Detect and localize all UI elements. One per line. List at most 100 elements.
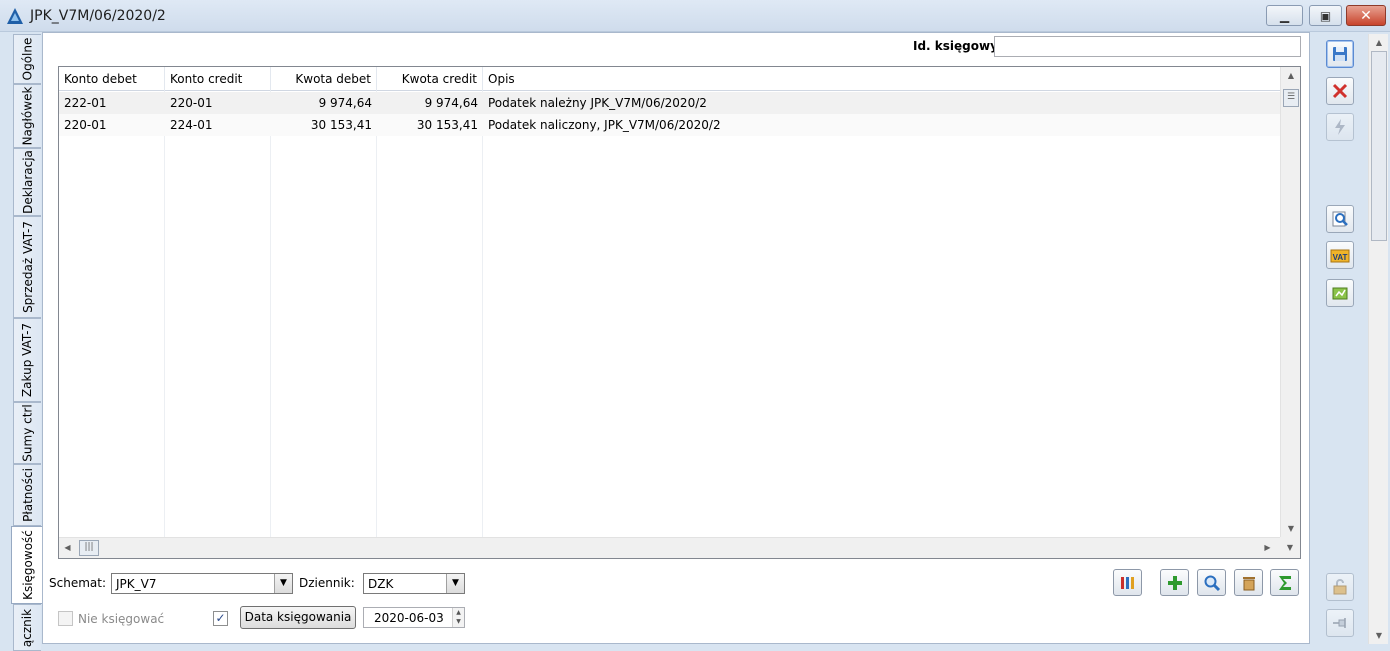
toolbar-scrollbar[interactable]: ▲ ▼ <box>1368 34 1388 644</box>
schemat-label: Schemat: <box>49 576 106 590</box>
cancel-button[interactable] <box>1326 77 1354 105</box>
columns-config-button[interactable] <box>1113 569 1142 596</box>
right-toolbar: VAT ▲ ▼ <box>1310 32 1390 651</box>
nie-ksiegowac-checkbox[interactable] <box>58 611 73 626</box>
tab-platnosci[interactable]: Płatności <box>13 464 41 526</box>
tab-zalacznik[interactable]: ącznik <box>13 604 41 651</box>
app-logo-icon <box>7 8 23 24</box>
save-icon <box>1333 47 1347 61</box>
column-divider <box>376 91 377 537</box>
svg-text:VAT: VAT <box>1333 253 1348 262</box>
cell-kwota-debet: 30 153,41 <box>310 118 372 132</box>
scroll-thumb[interactable] <box>1371 51 1387 241</box>
main-panel: Id. księgowy: Konto debet Konto credit K… <box>42 32 1310 644</box>
tab-label: Zakup VAT-7 <box>20 322 35 398</box>
tab-label: Sumy ctrl <box>20 404 35 462</box>
table-row[interactable]: 222-01 220-01 9 974,64 9 974,64 Podatek … <box>59 92 1280 114</box>
column-divider <box>270 91 271 537</box>
vat-button[interactable]: VAT <box>1326 241 1354 269</box>
cell-konto-debet: 222-01 <box>64 96 107 110</box>
scroll-down-icon[interactable]: ▼ <box>1281 520 1300 537</box>
column-divider <box>164 91 165 537</box>
add-entry-button[interactable] <box>1160 569 1189 596</box>
scroll-down-icon[interactable]: ▼ <box>1369 627 1389 644</box>
tab-deklaracja[interactable]: Deklaracja <box>13 148 41 216</box>
save-button[interactable] <box>1326 40 1354 68</box>
id-ksiegowy-input[interactable] <box>994 36 1301 57</box>
padlock-icon <box>1333 579 1347 595</box>
tab-naglowek[interactable]: Nagłówek <box>13 84 41 148</box>
generate-button[interactable] <box>1326 113 1354 141</box>
data-ksiegowania-button[interactable]: Data księgowania <box>240 606 356 629</box>
scroll-down-icon[interactable]: ▼ <box>1280 537 1300 558</box>
cell-opis: Podatek należny JPK_V7M/06/2020/2 <box>488 96 707 110</box>
table-row[interactable]: 220-01 224-01 30 153,41 30 153,41 Podate… <box>59 114 1280 136</box>
column-header-kwota-debet[interactable]: Kwota debet <box>271 67 377 91</box>
grid-horizontal-scrollbar[interactable]: ◀ ||| ▶ <box>59 537 1280 558</box>
preview-icon <box>1332 211 1348 227</box>
id-ksiegowy-label: Id. księgowy: <box>913 39 1003 53</box>
window-title: JPK_V7M/06/2020/2 <box>30 8 166 24</box>
grid-vertical-scrollbar[interactable]: ▲ ☰ ▼ <box>1280 67 1300 537</box>
chevron-down-icon[interactable]: ▼ <box>274 574 292 593</box>
lightning-icon <box>1335 119 1345 135</box>
dziennik-select[interactable]: DZK ▼ <box>363 573 465 594</box>
delete-entry-button[interactable] <box>1234 569 1263 596</box>
magnifier-icon <box>1204 575 1220 591</box>
scroll-thumb[interactable]: ||| <box>79 540 99 556</box>
cell-kwota-debet: 9 974,64 <box>318 96 372 110</box>
pin-button[interactable] <box>1326 609 1354 637</box>
cell-konto-debet: 220-01 <box>64 118 107 132</box>
data-ksiegowania-input[interactable]: 2020-06-03 ▲ ▼ <box>363 607 465 628</box>
scroll-up-icon[interactable]: ▲ <box>1369 34 1389 51</box>
cell-konto-credit: 220-01 <box>170 96 213 110</box>
sum-button[interactable] <box>1270 569 1299 596</box>
scroll-left-icon[interactable]: ◀ <box>59 538 76 558</box>
grid-header: Konto debet Konto credit Kwota debet Kwo… <box>59 67 1280 91</box>
pin-icon <box>1333 618 1346 628</box>
scroll-right-icon[interactable]: ▶ <box>1259 538 1276 558</box>
cell-opis: Podatek naliczony, JPK_V7M/06/2020/2 <box>488 118 721 132</box>
left-tab-strip: Ogólne Nagłówek Deklaracja Sprzedaż VAT-… <box>0 32 43 651</box>
date-spinner-icon[interactable]: ▲ ▼ <box>452 608 464 627</box>
tab-label: ącznik <box>20 608 35 647</box>
vat-icon: VAT <box>1330 249 1350 263</box>
column-divider <box>482 91 483 537</box>
tab-ogolne[interactable]: Ogólne <box>13 34 41 84</box>
scroll-thumb[interactable]: ☰ <box>1283 89 1299 107</box>
trash-icon <box>1242 576 1255 590</box>
close-icon <box>1332 83 1348 99</box>
export-icon <box>1332 287 1348 300</box>
maximize-icon: ▣ <box>1319 8 1332 23</box>
columns-icon <box>1120 576 1134 589</box>
tab-ksiegowosc[interactable]: Księgowość <box>11 526 43 604</box>
preview-button[interactable] <box>1326 205 1354 233</box>
schemat-select[interactable]: JPK_V7 ▼ <box>111 573 293 594</box>
tab-label: Ogólne <box>20 37 35 81</box>
column-header-opis[interactable]: Opis <box>483 67 1280 91</box>
close-window-button[interactable]: ✕ <box>1346 5 1386 26</box>
tab-sumy-ctrl[interactable]: Sumy ctrl <box>13 402 41 464</box>
minimize-button[interactable]: ▁ <box>1266 5 1303 26</box>
data-ksiegowania-checkbox[interactable]: ✓ <box>213 611 228 626</box>
export-button[interactable] <box>1326 279 1354 307</box>
date-value: 2020-06-03 <box>374 611 444 625</box>
tab-sprzedaz-vat7[interactable]: Sprzedaż VAT-7 <box>13 216 41 318</box>
dziennik-value: DZK <box>368 577 394 591</box>
accounting-entries-grid: Konto debet Konto credit Kwota debet Kwo… <box>58 66 1301 559</box>
tab-label: Księgowość <box>20 530 35 600</box>
column-header-konto-debet[interactable]: Konto debet <box>59 67 165 91</box>
cell-konto-credit: 224-01 <box>170 118 213 132</box>
column-header-kwota-credit[interactable]: Kwota credit <box>377 67 483 91</box>
view-entry-button[interactable] <box>1197 569 1226 596</box>
dziennik-label: Dziennik: <box>299 576 355 590</box>
tab-zakup-vat7[interactable]: Zakup VAT-7 <box>13 318 41 402</box>
cell-kwota-credit: 30 153,41 <box>416 118 478 132</box>
close-icon: ✕ <box>1360 7 1372 24</box>
unlock-button[interactable] <box>1326 573 1354 601</box>
maximize-button[interactable]: ▣ <box>1309 5 1342 26</box>
schemat-value: JPK_V7 <box>116 577 157 591</box>
column-header-konto-credit[interactable]: Konto credit <box>165 67 271 91</box>
chevron-down-icon[interactable]: ▼ <box>446 574 464 593</box>
scroll-up-icon[interactable]: ▲ <box>1281 67 1300 84</box>
